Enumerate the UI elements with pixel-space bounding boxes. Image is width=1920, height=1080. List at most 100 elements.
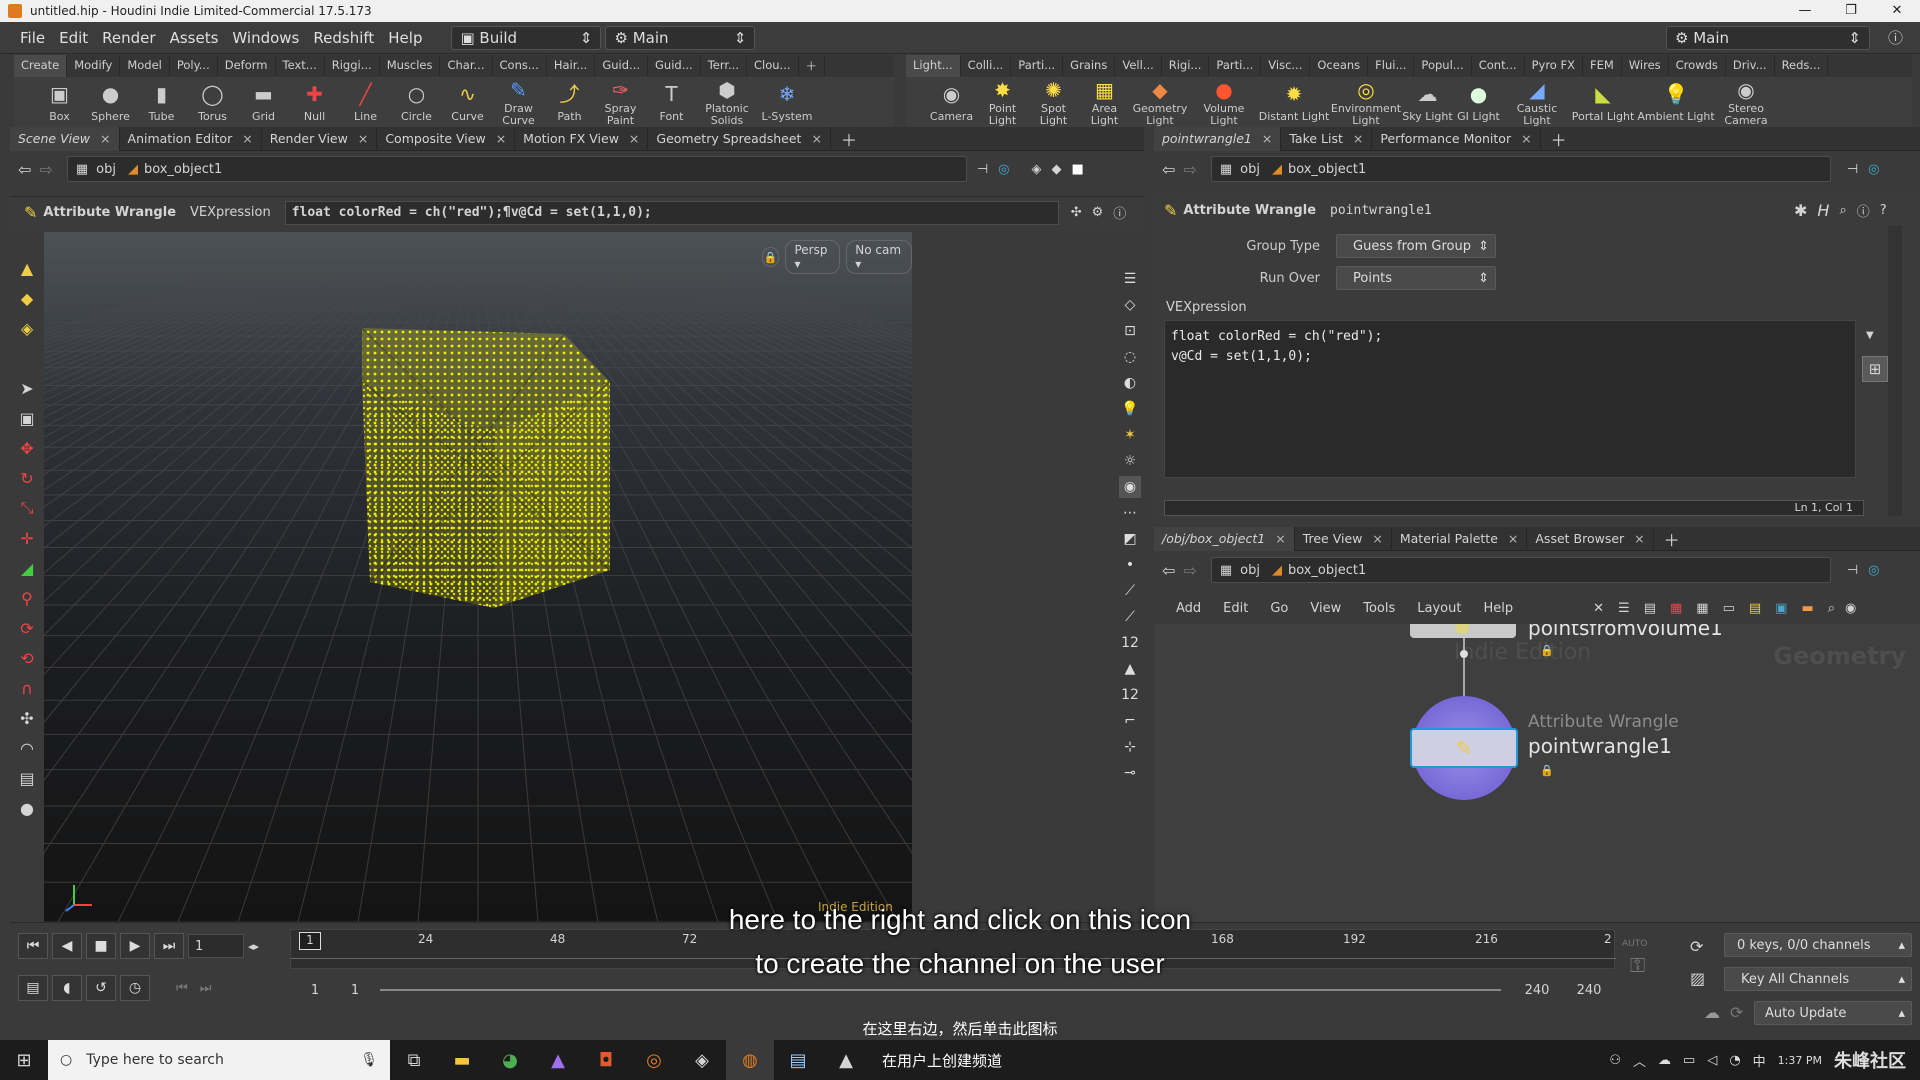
note-icon[interactable]: ▭ — [1723, 601, 1735, 616]
vector-icon[interactable]: ⟋ — [1119, 606, 1141, 628]
taskbar-search[interactable]: ○ Type here to search 🎙 — [48, 1040, 390, 1080]
gear-icon[interactable]: ✱ — [1794, 201, 1807, 220]
close-tab-icon[interactable]: × — [629, 127, 639, 151]
select-mode-icon[interactable]: ▲ — [15, 256, 39, 280]
normal-icon[interactable]: ⟋ — [1119, 580, 1141, 602]
shelf-tab[interactable]: Hair... — [547, 55, 596, 77]
blender-icon[interactable]: ◎ — [630, 1040, 678, 1080]
menu-assets[interactable]: Assets — [163, 29, 226, 47]
vexpression-field[interactable]: float colorRed = ch("red");¶v@Cd = set(1… — [284, 200, 1059, 225]
forward-arrow-icon[interactable]: ⇨ — [1183, 561, 1196, 580]
image-icon[interactable]: ▣ — [1775, 601, 1787, 616]
shading-icon[interactable]: ◆ — [1051, 162, 1061, 177]
tool-sky-light[interactable]: ☁ Sky Light — [1402, 77, 1453, 127]
shelf-tab[interactable]: Rigi... — [1162, 55, 1210, 77]
shelf-tab[interactable]: Cont... — [1472, 55, 1525, 77]
range-start-2[interactable]: 1 — [340, 983, 370, 998]
magnet-icon[interactable]: ∩ — [15, 676, 39, 700]
shading-mode-icon[interactable]: ◐ — [1119, 372, 1141, 394]
pin-icon[interactable]: ⊣ — [1847, 563, 1858, 578]
tab-performance-monitor[interactable]: Performance Monitor × — [1372, 126, 1541, 151]
shelf-tab[interactable]: Colli... — [961, 55, 1012, 77]
light-icon[interactable]: 💡 — [1119, 398, 1141, 420]
tool-line[interactable]: ╱ Line — [340, 77, 391, 127]
create-spare-parms-button[interactable]: ⊞ — [1862, 356, 1888, 382]
tool-gi-light[interactable]: ● GI Light — [1453, 77, 1504, 127]
prev-key-icon[interactable]: ⏮ — [176, 981, 188, 996]
chevron-up-icon[interactable]: ︿ — [1633, 1051, 1646, 1070]
paint-icon[interactable]: ⟲ — [15, 646, 39, 670]
close-tab-icon[interactable]: × — [1372, 527, 1382, 551]
tool-path[interactable]: ⤴ Path — [544, 77, 595, 127]
tool-environment-light[interactable]: ◎ Environment Light — [1330, 77, 1402, 127]
lock-icon[interactable]: ▣ — [15, 406, 39, 430]
folder-icon[interactable]: ▬ — [1801, 601, 1813, 616]
net-menu-add[interactable]: Add — [1176, 601, 1201, 616]
app-triangle-icon[interactable]: ▲ — [534, 1040, 582, 1080]
tool-point-light[interactable]: ✸ Point Light — [977, 77, 1028, 127]
close-tab-icon[interactable]: × — [1634, 527, 1644, 551]
menu-help[interactable]: Help — [381, 29, 429, 47]
persp-dropdown[interactable]: Persp ▾ — [785, 240, 841, 274]
tab-geometry-spreadsheet[interactable]: Geometry Spreadsheet × — [648, 126, 831, 151]
shelf-tab[interactable]: Text... — [276, 55, 325, 77]
link-icon[interactable]: ◎ — [998, 162, 1009, 177]
task-view-icon[interactable]: ⧉ — [390, 1040, 438, 1080]
close-tab-icon[interactable]: × — [100, 127, 110, 151]
rotate-icon[interactable]: ↻ — [15, 466, 39, 490]
tool-spot-light[interactable]: ✺ Spot Light — [1028, 77, 1079, 127]
list-icon[interactable]: ▤ — [1644, 601, 1656, 616]
help-icon[interactable]: ⓘ — [1888, 27, 1903, 48]
dot-icon[interactable]: • — [1119, 554, 1141, 576]
back-arrow-icon[interactable]: ⇦ — [1162, 160, 1175, 179]
link-icon[interactable]: ◎ — [1868, 563, 1879, 578]
tree-icon[interactable]: ☰ — [1618, 601, 1630, 616]
path-root[interactable]: obj — [1240, 563, 1260, 578]
stack-icon[interactable]: ▲ — [1119, 658, 1141, 680]
maximize-button[interactable]: ❐ — [1828, 0, 1874, 22]
tab-pointwrangle1[interactable]: pointwrangle1 × — [1154, 126, 1282, 151]
tool-camera[interactable]: ◉ Camera — [926, 77, 977, 127]
select-arrow-icon[interactable]: ➤ — [15, 376, 39, 400]
layers-icon[interactable]: ▤ — [15, 766, 39, 790]
unity-icon[interactable]: ◈ — [678, 1040, 726, 1080]
numbers-icon[interactable]: 12 — [1119, 632, 1141, 654]
menu-file[interactable]: File — [13, 29, 52, 47]
shelf-tab[interactable]: Oceans — [1310, 55, 1369, 77]
object-mode-icon[interactable]: ◆ — [15, 286, 39, 310]
snapshot-icon[interactable]: ◉ — [1119, 476, 1141, 498]
tool-sphere[interactable]: ● Sphere — [85, 77, 136, 127]
bounds-icon[interactable]: ⌐ — [1119, 710, 1141, 732]
expand-arrow-icon[interactable]: ▼ — [1866, 330, 1880, 344]
scene-viewport[interactable]: 🔒 Persp ▾ No cam ▾ Indie Edition — [44, 232, 912, 922]
shelf-tab[interactable]: Modify — [67, 55, 121, 77]
path-root[interactable]: obj — [96, 162, 116, 177]
path-node[interactable]: box_object1 — [1288, 162, 1366, 177]
tool-font[interactable]: T Font — [646, 77, 697, 127]
tab-tree-view[interactable]: Tree View × — [1295, 526, 1392, 551]
network-path[interactable]: ▦ obj ◢ box_object1 — [66, 156, 967, 182]
shelf-tab[interactable]: FEM — [1583, 55, 1622, 77]
shelf-tab[interactable]: Grains — [1063, 55, 1116, 77]
forward-arrow-icon[interactable]: ⇨ — [1183, 160, 1196, 179]
net-menu-layout[interactable]: Layout — [1417, 601, 1461, 616]
tool-tube[interactable]: ▮ Tube — [136, 77, 187, 127]
handle-icon[interactable]: ✣ — [1071, 205, 1082, 220]
tool-spray-paint[interactable]: ✑ Spray Paint — [595, 77, 646, 127]
pin-icon[interactable]: ⊣ — [977, 162, 988, 177]
menu-redshift[interactable]: Redshift — [306, 29, 381, 47]
shelf-tab[interactable]: Flui... — [1368, 55, 1415, 77]
wrench-icon[interactable]: ✕ — [1593, 601, 1604, 616]
tool-grid[interactable]: ▬ Grid — [238, 77, 289, 127]
search-icon[interactable]: ⌕ — [1839, 203, 1846, 218]
forward-arrow-icon[interactable]: ⇨ — [39, 160, 52, 179]
tool-volume-light[interactable]: ● Volume Light — [1190, 77, 1258, 127]
shelf-tab[interactable]: Visc... — [1261, 55, 1311, 77]
wireframe-icon[interactable]: ◇ — [1119, 294, 1141, 316]
tool-ambient-light[interactable]: 💡 Ambient Light — [1636, 77, 1716, 127]
tab-composite-view[interactable]: Composite View × — [377, 126, 516, 151]
tool-geometry-light[interactable]: ◆ Geometry Light — [1130, 77, 1190, 127]
info-icon[interactable]: ⓘ — [1857, 201, 1870, 220]
close-tab-icon[interactable]: × — [1353, 127, 1363, 151]
close-tab-icon[interactable]: × — [1275, 527, 1285, 551]
